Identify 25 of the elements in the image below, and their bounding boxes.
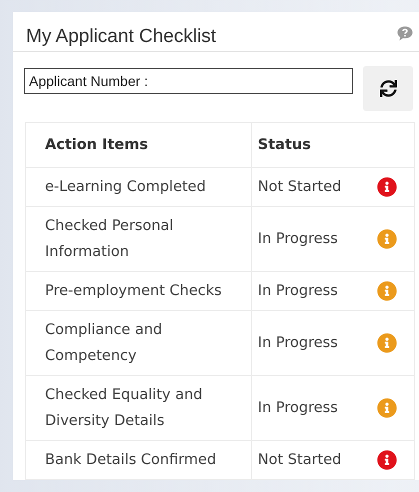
table-cell: Bank Details Confirmed [26,440,252,480]
info-icon[interactable] [377,333,397,353]
applicant-number-field[interactable]: Applicant Number : [24,68,354,94]
info-icon[interactable] [377,398,397,418]
status-text: Not Started [258,178,342,197]
info-icon[interactable] [377,177,397,197]
info-icon[interactable] [377,229,397,249]
status-text: In Progress [258,282,338,301]
table-cell: Pre-employment Checks [26,272,252,310]
column-header: Action Items [26,122,252,168]
table-cell: Checked Personal Information [26,206,252,272]
refresh-button[interactable] [363,66,413,111]
status-text: In Progress [258,399,338,418]
info-icon[interactable] [377,281,397,301]
status-text: In Progress [258,334,338,353]
table-cell: Compliance and Competency [26,310,252,376]
status-text: Not Started [258,451,342,470]
help-icon[interactable] [397,26,413,41]
info-icon[interactable] [377,450,397,470]
status-text: In Progress [258,230,338,249]
table-cell: Checked Equality and Diversity Details [26,376,252,440]
refresh-icon [380,80,397,97]
column-header: Status [251,122,414,168]
panel-title: My Applicant Checklist [26,26,216,48]
table-cell: e-Learning Completed [26,168,252,206]
